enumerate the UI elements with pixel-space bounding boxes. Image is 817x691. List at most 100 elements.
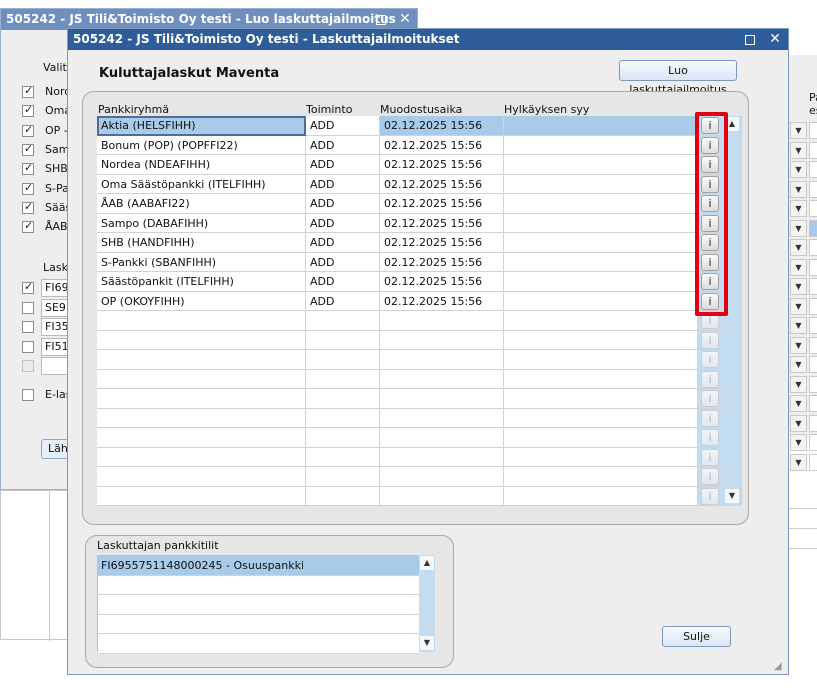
action-cell[interactable]: [306, 369, 380, 389]
created-cell[interactable]: [380, 428, 504, 448]
table-cell[interactable]: [809, 336, 817, 354]
dropdown-arrow-icon[interactable]: ▼: [790, 219, 807, 237]
bank-checkbox[interactable]: [22, 103, 34, 118]
scroll-down-icon[interactable]: ▼: [725, 489, 739, 503]
dropdown-arrow-icon[interactable]: ▼: [790, 434, 807, 451]
bank-checkbox[interactable]: [22, 181, 34, 195]
action-cell[interactable]: [306, 467, 380, 487]
reason-cell[interactable]: [504, 467, 698, 487]
action-cell[interactable]: [306, 311, 380, 331]
bank-checkbox[interactable]: [22, 161, 34, 176]
account-list-item[interactable]: [98, 595, 419, 615]
created-cell[interactable]: 02.12.2025 15:56: [380, 194, 504, 214]
close-icon[interactable]: ✕: [764, 29, 786, 50]
reason-cell[interactable]: [504, 369, 698, 389]
table-cell[interactable]: [809, 453, 817, 471]
info-button[interactable]: i: [701, 409, 719, 427]
bank-cell[interactable]: Säästöpankit (ITELFIHH): [97, 272, 306, 292]
dropdown-arrow-icon[interactable]: ▼: [790, 122, 807, 139]
dropdown-arrow-icon[interactable]: ▼: [790, 375, 807, 393]
bank-cell[interactable]: [97, 408, 306, 428]
reason-cell[interactable]: [504, 447, 698, 467]
bank-cell[interactable]: SHB (HANDFIHH): [97, 233, 306, 253]
reason-cell[interactable]: [504, 408, 698, 428]
created-cell[interactable]: 02.12.2025 15:56: [380, 116, 504, 136]
created-cell[interactable]: 02.12.2025 15:56: [380, 291, 504, 311]
table-row[interactable]: Sampo (DABAFIHH) ADD 02.12.2025 15:56 i: [97, 213, 742, 233]
action-cell[interactable]: ADD: [306, 174, 380, 194]
action-cell[interactable]: ADD: [306, 135, 380, 155]
table-row[interactable]: SHB (HANDFIHH) ADD 02.12.2025 15:56 i: [97, 233, 742, 253]
reason-cell[interactable]: [504, 486, 698, 506]
table-row[interactable]: i: [97, 408, 742, 428]
bank-cell[interactable]: ÅAB (AABAFI22): [97, 194, 306, 214]
action-cell[interactable]: ADD: [306, 116, 380, 136]
account-checkbox[interactable]: [22, 360, 34, 373]
table-row[interactable]: i: [97, 369, 742, 389]
close-icon[interactable]: ✕: [394, 9, 416, 30]
created-cell[interactable]: [380, 389, 504, 409]
reason-cell[interactable]: [504, 194, 698, 214]
table-row[interactable]: i: [97, 389, 742, 409]
reason-cell[interactable]: [504, 252, 698, 272]
table-row[interactable]: OP (OKOYFIHH) ADD 02.12.2025 15:56 i: [97, 291, 742, 311]
table-row[interactable]: Nordea (NDEAFIHH) ADD 02.12.2025 15:56 i: [97, 155, 742, 175]
table-cell[interactable]: [809, 317, 817, 334]
action-cell[interactable]: ADD: [306, 252, 380, 272]
created-cell[interactable]: 02.12.2025 15:56: [380, 252, 504, 272]
bank-cell[interactable]: Nordea (NDEAFIHH): [97, 155, 306, 175]
created-cell[interactable]: 02.12.2025 15:56: [380, 135, 504, 155]
table-cell[interactable]: [809, 122, 817, 139]
table-row[interactable]: i: [97, 467, 742, 487]
bank-cell[interactable]: [97, 311, 306, 331]
created-cell[interactable]: [380, 467, 504, 487]
dropdown-arrow-icon[interactable]: ▼: [790, 356, 807, 373]
bank-cell[interactable]: S-Pankki (SBANFIHH): [97, 252, 306, 272]
action-cell[interactable]: [306, 389, 380, 409]
table-cell[interactable]: [809, 395, 817, 412]
account-checkbox[interactable]: [22, 301, 34, 314]
table-row[interactable]: Bonum (POP) (POPFFI22) ADD 02.12.2025 15:5…: [97, 135, 742, 155]
action-cell[interactable]: [306, 486, 380, 506]
table-cell[interactable]: [809, 239, 817, 256]
dropdown-arrow-icon[interactable]: ▼: [790, 317, 807, 334]
resize-grip-icon[interactable]: ◢: [774, 661, 782, 672]
reason-cell[interactable]: [504, 291, 698, 311]
action-cell[interactable]: [306, 350, 380, 370]
bank-checkbox[interactable]: [22, 84, 34, 98]
dropdown-arrow-icon[interactable]: ▼: [790, 395, 807, 412]
created-cell[interactable]: [380, 350, 504, 370]
table-cell[interactable]: [809, 141, 817, 159]
table-row[interactable]: i: [97, 350, 742, 370]
dropdown-arrow-icon[interactable]: ▼: [790, 180, 807, 198]
action-cell[interactable]: ADD: [306, 155, 380, 175]
reason-cell[interactable]: [504, 213, 698, 233]
action-cell[interactable]: [306, 408, 380, 428]
created-cell[interactable]: [380, 486, 504, 506]
account-list-item[interactable]: FI6955751148000245 - Osuuspankki: [98, 556, 419, 576]
action-cell[interactable]: ADD: [306, 213, 380, 233]
table-row[interactable]: ÅAB (AABAFI22) ADD 02.12.2025 15:56 i: [97, 194, 742, 214]
action-cell[interactable]: [306, 447, 380, 467]
reason-cell[interactable]: [504, 135, 698, 155]
dropdown-arrow-icon[interactable]: ▼: [790, 258, 807, 276]
created-cell[interactable]: [380, 330, 504, 350]
created-cell[interactable]: 02.12.2025 15:56: [380, 174, 504, 194]
bank-cell[interactable]: [97, 486, 306, 506]
dropdown-arrow-icon[interactable]: ▼: [790, 161, 807, 178]
info-button[interactable]: i: [701, 429, 719, 446]
bank-checkbox[interactable]: [22, 219, 34, 234]
reason-cell[interactable]: [504, 389, 698, 409]
account-list-item[interactable]: [98, 634, 419, 654]
action-cell[interactable]: ADD: [306, 194, 380, 214]
bank-cell[interactable]: [97, 330, 306, 350]
table-cell[interactable]: [809, 356, 817, 373]
table-cell[interactable]: [809, 161, 817, 178]
bank-checkbox[interactable]: [22, 142, 34, 156]
table-row[interactable]: Aktia (HELSFIHH) ADD 02.12.2025 15:56 i: [97, 116, 742, 136]
table-row[interactable]: Säästöpankit (ITELFIHH) ADD 02.12.2025 15:…: [97, 272, 742, 292]
accounts-scrollbar[interactable]: ▲ ▼: [419, 555, 435, 652]
info-button[interactable]: i: [701, 390, 719, 407]
created-cell[interactable]: [380, 369, 504, 389]
table-row[interactable]: S-Pankki (SBANFIHH) ADD 02.12.2025 15:56 i: [97, 252, 742, 272]
